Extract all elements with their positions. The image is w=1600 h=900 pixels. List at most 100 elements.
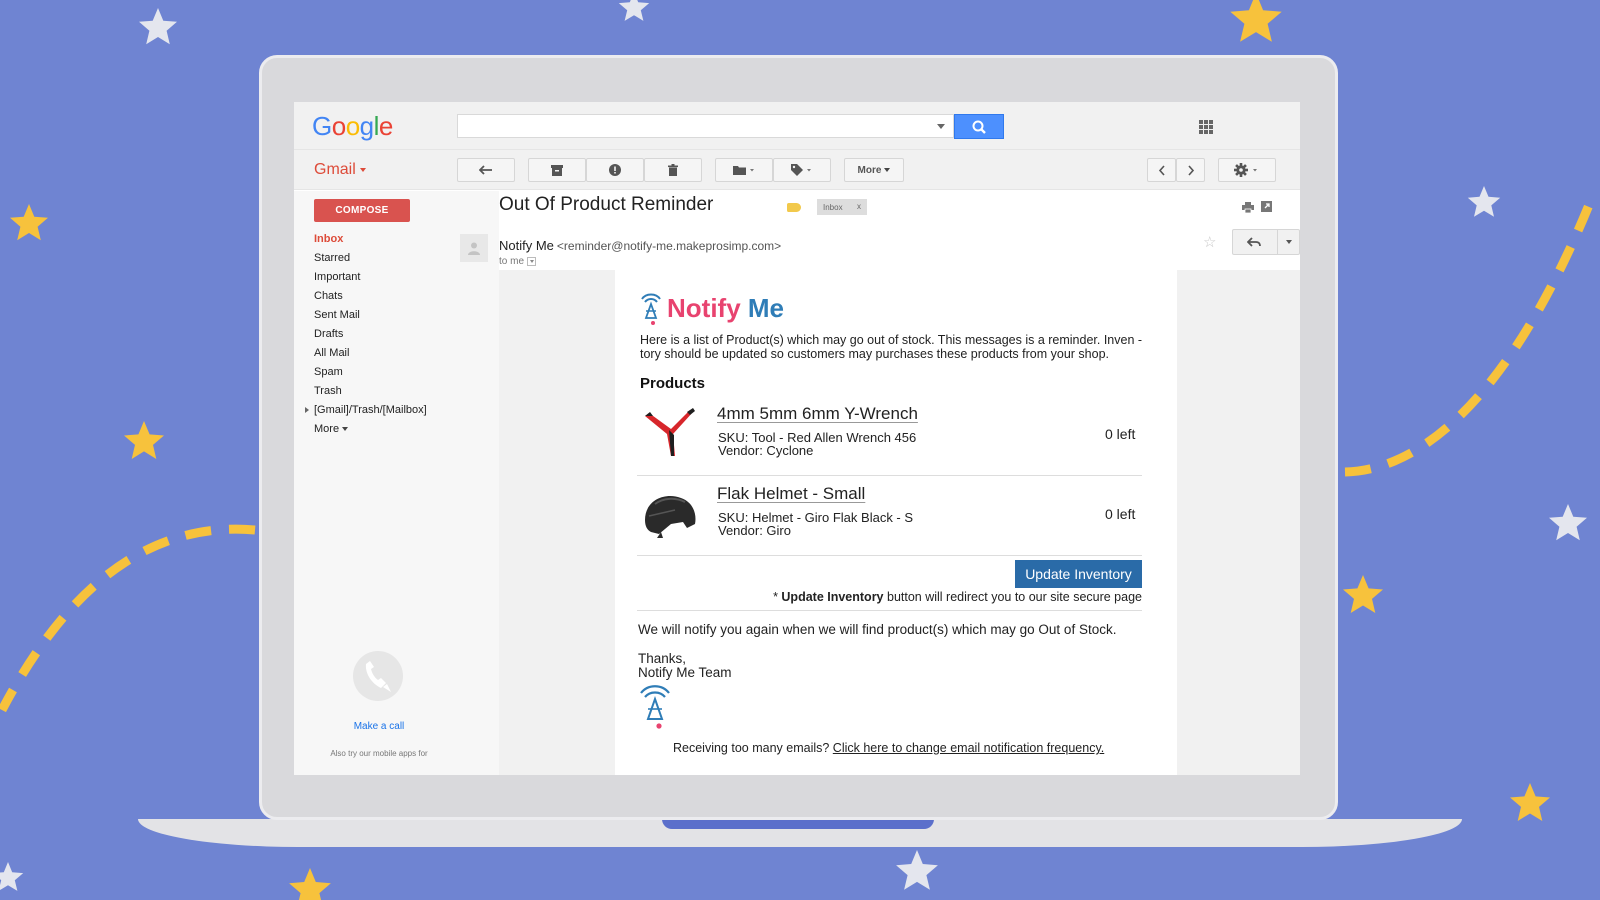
inbox-label-chip[interactable]: Inbox x	[817, 199, 867, 215]
product-row: 4mm 5mm 6mm Y-Wrench SKU: Tool - Red All…	[637, 396, 1142, 476]
labels-button[interactable]	[773, 158, 831, 182]
report-spam-button[interactable]	[586, 158, 644, 182]
helmet-image	[645, 496, 696, 538]
white-star-icon	[139, 8, 177, 45]
sidebar-item-label: All Mail	[314, 347, 350, 359]
gold-star-icon	[1510, 783, 1550, 821]
search-icon	[972, 120, 986, 134]
sidebar-item-more[interactable]: More	[314, 422, 427, 441]
star-icon[interactable]: ☆	[1203, 233, 1216, 251]
inbox-label-text: Inbox	[823, 202, 843, 212]
dashed-curve-left	[0, 524, 256, 713]
product-vendor: Vendor: Giro	[718, 523, 791, 538]
white-star-icon	[1549, 504, 1587, 541]
chevron-down-icon	[884, 168, 891, 172]
google-logo-letter: o	[331, 111, 346, 141]
notify-me-signature-icon	[640, 685, 670, 729]
signoff-line-1: Thanks,	[638, 651, 687, 666]
search-button[interactable]	[954, 114, 1004, 139]
sidebar-item-label: [Gmail]/Trash/[Mailbox]	[314, 404, 427, 416]
make-call-link[interactable]: Make a call	[294, 721, 464, 732]
older-button[interactable]	[1176, 158, 1205, 182]
google-logo-letter: G	[312, 111, 332, 141]
apps-grid-icon[interactable]	[1199, 120, 1213, 134]
mobile-apps-text: Also try our mobile apps for	[330, 749, 428, 758]
make-call-button[interactable]	[353, 651, 403, 701]
label-tag-icon	[791, 164, 811, 176]
white-star-icon	[618, 0, 650, 21]
sidebar-nav: Inbox Starred Important Chats Sent Mail Draft…	[305, 232, 427, 441]
back-button[interactable]	[457, 158, 515, 182]
note-bold: Update Inventory	[781, 590, 884, 604]
search-input[interactable]	[457, 114, 954, 138]
gmail-window: Google Gmail More COMPOSE Inbox Starred …	[294, 102, 1300, 775]
sidebar-item-gmail-trash-mailbox[interactable]: [Gmail]/Trash/[Mailbox]	[305, 403, 427, 422]
search-options-icon[interactable]	[937, 124, 945, 129]
signoff-line-2: Notify Me Team	[638, 665, 732, 680]
brand-part-1: Notify	[667, 292, 741, 323]
update-inventory-button[interactable]: Update Inventory	[1015, 560, 1142, 588]
new-window-icon[interactable]	[1261, 201, 1272, 212]
frequency-prefix: Receiving too many emails?	[673, 741, 833, 755]
reply-divider	[1277, 230, 1278, 254]
intro-text: Here is a list of Product(s) which may g…	[640, 333, 1143, 361]
sidebar-item-important[interactable]: Important	[314, 270, 427, 289]
reply-button[interactable]	[1232, 229, 1300, 255]
label-marker-icon	[787, 203, 801, 212]
details-dropdown-icon[interactable]	[527, 256, 537, 266]
notify-me-bell-icon	[641, 293, 661, 325]
sidebar-item-label: Important	[314, 271, 361, 283]
archive-button[interactable]	[528, 158, 586, 182]
remove-label-icon[interactable]: x	[857, 202, 861, 211]
sender-avatar	[460, 234, 488, 262]
more-reply-options-icon[interactable]	[1286, 240, 1292, 244]
delete-button[interactable]	[644, 158, 702, 182]
gear-icon	[1234, 163, 1257, 177]
newer-button[interactable]	[1147, 158, 1176, 182]
chevron-down-icon	[342, 427, 349, 432]
sidebar-item-label: More	[314, 423, 340, 435]
settings-button[interactable]	[1218, 158, 1276, 182]
sidebar-item-label: Inbox	[314, 233, 344, 245]
section-divider	[637, 610, 1142, 611]
sidebar-item-starred[interactable]: Starred	[314, 251, 427, 270]
sidebar-item-trash[interactable]: Trash	[314, 384, 427, 403]
white-star-icon	[1467, 186, 1501, 217]
sidebar-item-label: Drafts	[314, 328, 344, 340]
compose-button[interactable]: COMPOSE	[314, 199, 410, 222]
report-spam-icon	[609, 164, 621, 176]
toolbar: Gmail More	[294, 150, 1300, 190]
change-frequency-link[interactable]: Click here to change email notification …	[833, 741, 1104, 755]
product-title-link[interactable]: Flak Helmet - Small	[717, 484, 865, 504]
product-row: Flak Helmet - Small SKU: Helmet - Giro F…	[637, 476, 1142, 556]
product-vendor: Vendor: Cyclone	[718, 443, 814, 458]
sender-name: Notify Me	[499, 238, 554, 253]
google-logo[interactable]: Google	[312, 111, 393, 142]
product-title-link[interactable]: 4mm 5mm 6mm Y-Wrench	[717, 404, 918, 424]
sidebar-item-sent-mail[interactable]: Sent Mail	[314, 308, 427, 327]
reply-icon	[1247, 237, 1261, 247]
person-icon	[468, 242, 480, 255]
chevron-right-icon	[1187, 164, 1194, 176]
expand-arrow-icon[interactable]	[305, 407, 309, 414]
sidebar-item-inbox[interactable]: Inbox	[314, 232, 427, 251]
folder-icon	[733, 166, 754, 175]
sender-line: Notify Me <reminder@notify-me.makeprosimp…	[499, 238, 781, 253]
print-icon[interactable]	[1242, 202, 1254, 213]
sidebar-item-drafts[interactable]: Drafts	[314, 327, 427, 346]
move-to-button[interactable]	[715, 158, 773, 182]
sidebar-item-label: Spam	[314, 366, 343, 378]
more-actions-button[interactable]: More	[844, 158, 904, 182]
dashed-curve-right	[1344, 188, 1600, 477]
sidebar-item-spam[interactable]: Spam	[314, 365, 427, 384]
google-logo-letter: e	[378, 111, 393, 141]
sidebar-item-label: Trash	[314, 385, 342, 397]
email-subject: Out Of Product Reminder	[499, 194, 714, 215]
gold-star-icon	[289, 868, 331, 900]
brand-part-2: Me	[740, 292, 785, 323]
sidebar-item-all-mail[interactable]: All Mail	[314, 346, 427, 365]
sidebar-item-chats[interactable]: Chats	[314, 289, 427, 308]
sidebar: COMPOSE Inbox Starred Important Chats Sent M…	[294, 191, 499, 775]
gmail-menu[interactable]: Gmail	[314, 161, 366, 179]
chevron-down-icon	[359, 167, 366, 172]
